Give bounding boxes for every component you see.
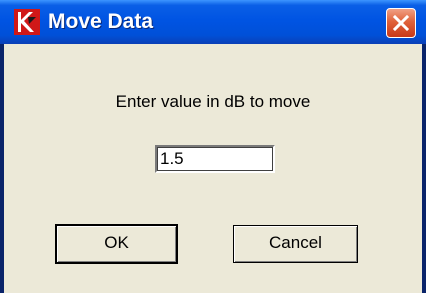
dialog-window: Move Data Enter value in dB to move OK C… [0, 0, 426, 293]
close-button[interactable] [386, 8, 416, 38]
dialog-body: Enter value in dB to move OK Cancel [4, 44, 422, 293]
app-logo-icon [14, 9, 40, 35]
ok-button[interactable]: OK [55, 224, 178, 264]
window-title: Move Data [48, 10, 154, 33]
prompt-label: Enter value in dB to move [115, 92, 311, 111]
db-value-input[interactable] [155, 145, 275, 173]
close-icon [392, 14, 410, 32]
cancel-button[interactable]: Cancel [233, 225, 358, 263]
title-bar[interactable]: Move Data [0, 0, 426, 44]
